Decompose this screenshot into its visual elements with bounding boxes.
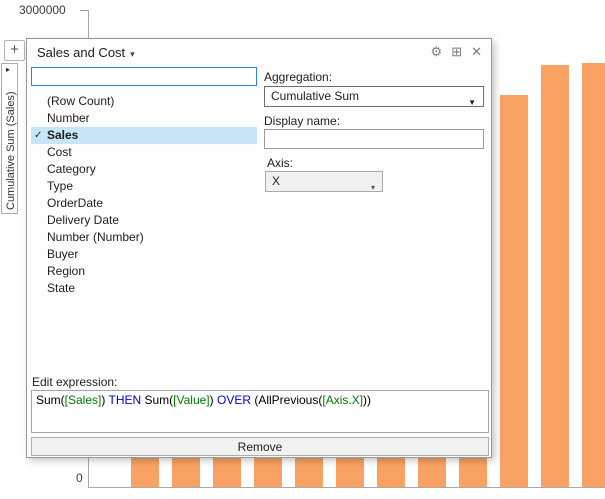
expression-token: OVER [217, 393, 251, 407]
y-axis-tick-mark [80, 10, 88, 11]
expression-token: (AllPrevious( [251, 393, 322, 407]
field-label: Number (Number) [47, 230, 144, 244]
field-list: (Row Count) Number ✓ Sales Cost Category Type O… [31, 93, 257, 297]
display-name-label: Display name: [264, 114, 340, 128]
field-label: OrderDate [47, 196, 103, 210]
y-axis-title: Cumulative Sum (Sales) [5, 91, 17, 210]
expression-token: Sum( [141, 393, 173, 407]
edit-expression-label: Edit expression: [32, 375, 117, 389]
expression-token: [Value] [173, 393, 209, 407]
axis-label: Axis: [267, 156, 293, 170]
field-label: Type [47, 179, 73, 193]
expression-token: )) [363, 393, 371, 407]
field-label: State [47, 281, 75, 295]
aggregation-value: Cumulative Sum [271, 89, 359, 103]
field-list-item[interactable]: Cost [31, 144, 257, 161]
field-list-item[interactable]: Delivery Date [31, 212, 257, 229]
chevron-down-icon: ▾ [130, 49, 135, 59]
field-list-item[interactable]: Type [31, 178, 257, 195]
display-name-input[interactable] [264, 129, 484, 149]
remove-button[interactable]: Remove [31, 437, 489, 456]
chevron-down-icon: ▾ [371, 178, 375, 197]
field-list-item[interactable]: Number (Number) [31, 229, 257, 246]
gear-icon[interactable]: ⚙ [431, 44, 443, 60]
expression-token: ) [210, 393, 217, 407]
field-label: Number [47, 111, 90, 125]
field-label: Category [47, 162, 96, 176]
expression-token: Sum( [36, 393, 65, 407]
field-list-item[interactable]: Number [31, 110, 257, 127]
dialog-title-text: Sales and Cost [37, 45, 125, 60]
expression-token: [Sales] [65, 393, 102, 407]
spotfire-window: 3000000 0 + ▸ Cumulative Sum (Sales) Sal… [0, 0, 605, 499]
aggregation-select[interactable]: Cumulative Sum ▼ [264, 86, 484, 107]
field-list-item[interactable]: Category [31, 161, 257, 178]
field-label: Buyer [47, 247, 78, 261]
y-axis-min-label: 0 [76, 471, 83, 485]
axis-value: X [272, 174, 280, 188]
field-list-item[interactable]: Region [31, 263, 257, 280]
field-label: Sales [47, 128, 78, 142]
axis-properties-dialog: Sales and Cost ▾ ⚙ ⊞ ✕ (Row Count) Number ✓… [26, 38, 492, 458]
field-list-item[interactable]: ✓ Sales [31, 127, 257, 144]
field-label: (Row Count) [47, 94, 114, 108]
y-axis-max-label: 3000000 [19, 3, 66, 17]
field-label: Cost [47, 145, 72, 159]
dialog-title-dropdown[interactable]: Sales and Cost ▾ [37, 45, 135, 60]
plus-button[interactable]: + [4, 40, 25, 61]
y-axis-selector[interactable]: ▸ Cumulative Sum (Sales) [1, 63, 18, 214]
close-icon[interactable]: ✕ [471, 44, 482, 60]
dialog-header-icons: ⚙ ⊞ ✕ [431, 44, 482, 60]
bar[interactable] [500, 95, 528, 487]
bar[interactable] [582, 63, 605, 487]
x-axis-line [88, 487, 605, 488]
chevron-right-icon: ▸ [6, 65, 10, 74]
bar[interactable] [541, 65, 569, 487]
aggregation-label: Aggregation: [264, 70, 332, 84]
field-list-item[interactable]: (Row Count) [31, 93, 257, 110]
expression-token: THEN [108, 393, 141, 407]
field-list-item[interactable]: OrderDate [31, 195, 257, 212]
expression-editor[interactable]: Sum([Sales]) THEN Sum([Value]) OVER (All… [31, 390, 489, 433]
expression-token: [Axis.X] [322, 393, 363, 407]
field-list-item[interactable]: State [31, 280, 257, 297]
checkmark-icon: ✓ [34, 127, 42, 144]
field-list-item[interactable]: Buyer [31, 246, 257, 263]
search-input[interactable] [31, 67, 257, 86]
axis-select[interactable]: X ▾ [265, 171, 383, 192]
popout-icon[interactable]: ⊞ [451, 44, 462, 60]
chevron-down-icon: ▼ [468, 93, 476, 112]
field-label: Delivery Date [47, 213, 119, 227]
field-label: Region [47, 264, 85, 278]
